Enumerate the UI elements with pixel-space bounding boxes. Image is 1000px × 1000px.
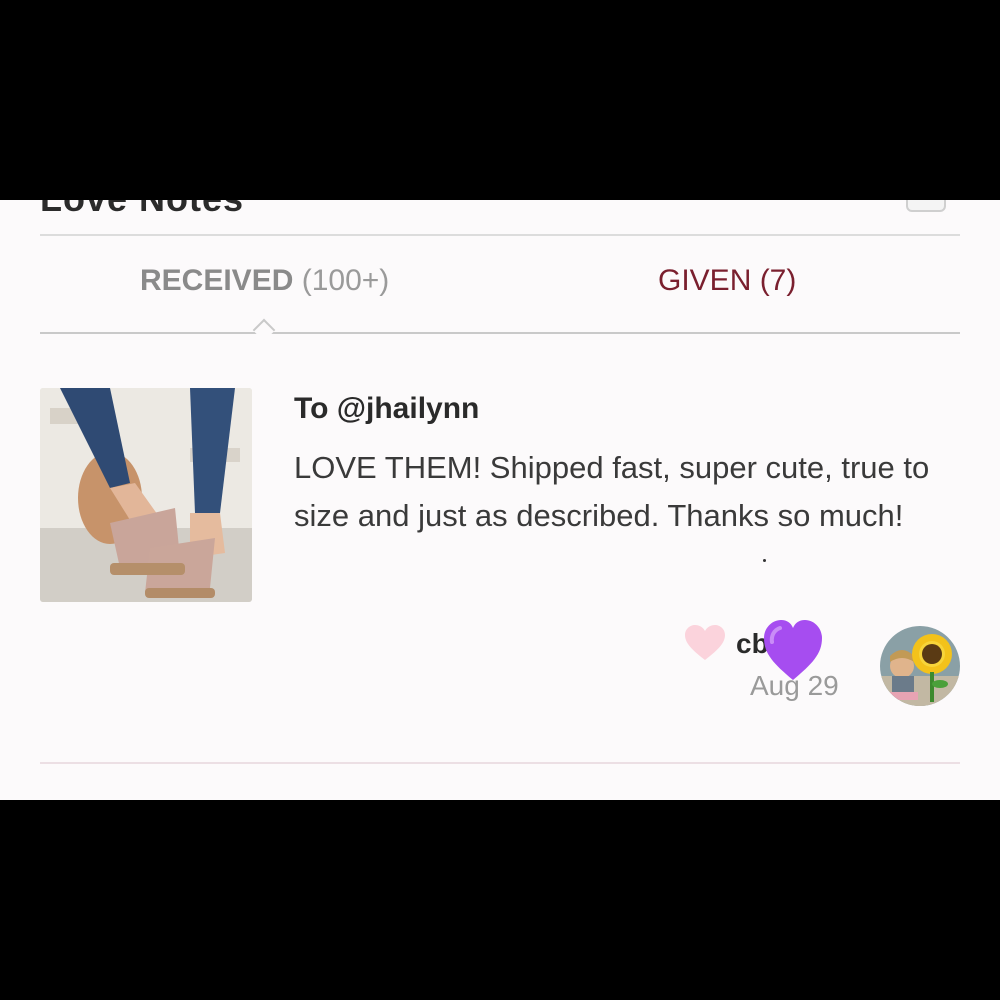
product-thumbnail[interactable] xyxy=(40,388,252,602)
love-notes-panel: Love Notes RECEIVED (100+) GIVEN (7) xyxy=(0,200,1000,800)
tab-given[interactable]: GIVEN (7) xyxy=(658,264,796,298)
heart-icon[interactable] xyxy=(684,624,726,667)
note-recipient[interactable]: To @jhailynn xyxy=(294,392,479,426)
product-photo-sandals xyxy=(40,388,252,602)
letterbox-top xyxy=(0,0,1000,200)
tab-bar: RECEIVED (100+) GIVEN (7) xyxy=(40,236,960,334)
tab-received-count: (100+) xyxy=(301,264,390,297)
note-date: Aug 29 xyxy=(750,670,839,701)
tab-received-label: RECEIVED xyxy=(140,264,294,297)
sunflower-icon xyxy=(880,626,960,706)
divider xyxy=(40,762,960,764)
author-avatar[interactable] xyxy=(880,626,960,706)
letterbox-bottom xyxy=(0,800,1000,1000)
more-button[interactable] xyxy=(906,200,946,212)
tab-underline xyxy=(40,332,960,334)
note-message: LOVE THEM! Shipped fast, super cute, tru… xyxy=(294,450,930,533)
stray-dot xyxy=(763,559,766,562)
tab-received[interactable]: RECEIVED (100+) xyxy=(140,264,389,298)
section-title: Love Notes xyxy=(40,200,244,220)
